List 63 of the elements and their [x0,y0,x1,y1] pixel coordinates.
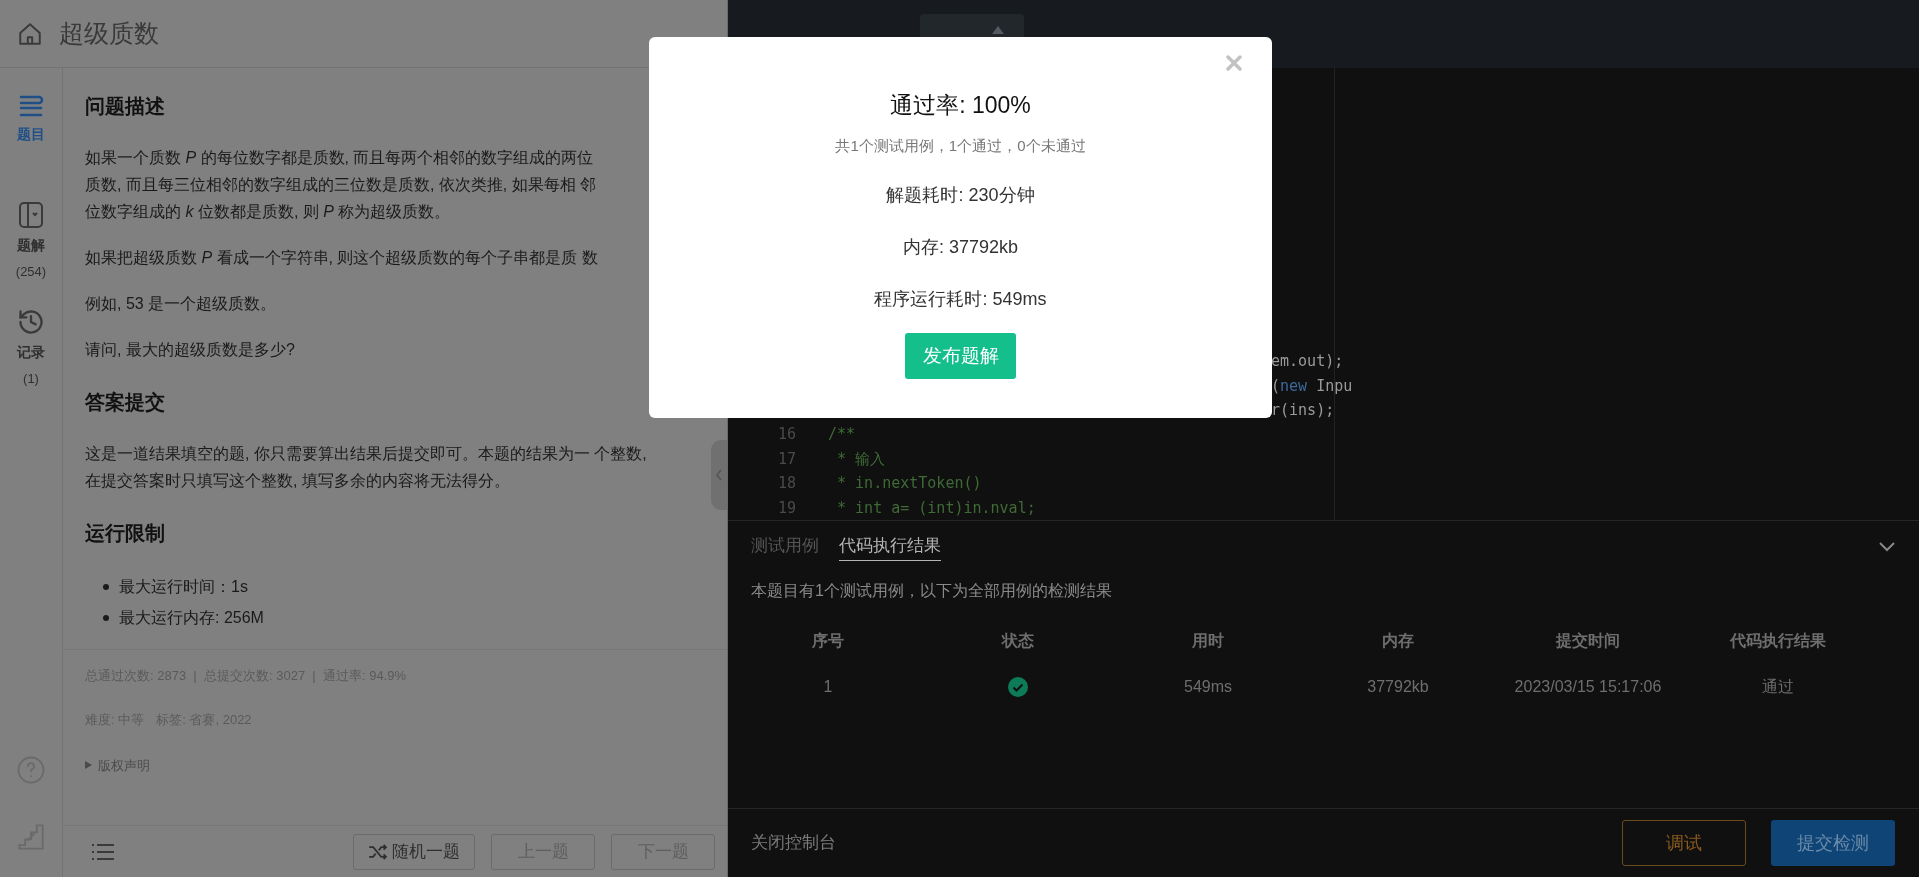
dialog-title: 通过率: 100% [890,91,1031,120]
column-header: 用时 [1191,631,1225,651]
limit-text: 最大运行时间：1s [119,576,248,597]
table-cell-text: 1 [822,677,834,697]
history-icon [17,308,45,336]
code-line: * 输入 [836,448,886,470]
page-title: 超级质数 [59,17,159,49]
line-number: 16 [776,424,797,446]
code-line: em.out); [1271,351,1344,373]
dialog-subtitle: 共1个测试用例，1个通过，0个未通过 [835,135,1086,156]
line-number: 17 [776,448,797,470]
nav-button[interactable]: 随机一题 [353,833,475,870]
close-icon[interactable] [1226,55,1242,71]
paragraph: 这是一道结果填空的题, 你只需要算出结果后提交即可。本题的结果为一 个整数, 在提交答案时只填写这个整数, 填写多余的内容将无法得分。 [85,444,647,491]
dialog-stat: 内存: 37792kb [902,236,1019,259]
console-tab[interactable]: 测试用例 [751,532,819,562]
paragraph: 请问, 最大的超级质数是多少? [85,340,295,360]
column-header: 序号 [811,631,845,651]
section-heading: 问题描述 [85,94,165,119]
table-cell-text: 549ms [1183,677,1233,697]
bullet-icon [103,614,109,621]
debug-button[interactable]: 调试 [1622,820,1746,866]
code-line: r(ins); [1271,400,1335,421]
section-heading: 答案提交 [85,390,165,415]
line-number: 18 [776,473,797,495]
home-icon[interactable] [17,20,43,47]
dialog-stat: 解题耗时: 230分钟 [886,184,1035,207]
bullet-icon [103,583,109,590]
submit-button[interactable]: 提交检测 [1771,820,1895,866]
summary-text: 本题目有1个测试用例，以下为全部用例的检测结果 [751,581,1113,601]
rail-tab[interactable]: 记录 (1) [0,308,62,415]
chevron-left-icon [715,469,723,481]
publish-button[interactable]: 发布题解 [905,333,1016,379]
shuffle-icon [368,843,388,860]
rail-tab[interactable]: 题目 [0,94,62,201]
console-tab[interactable]: 代码执行结果 [839,532,941,562]
triangle-icon [85,761,92,770]
collapse-handle[interactable] [711,440,727,510]
dialog-stat: 程序运行耗时: 549ms [874,288,1047,311]
chevron-down-icon[interactable] [1878,541,1896,553]
close-console-link[interactable]: 关闭控制台 [751,830,836,856]
code-line: (new Inpu [1271,375,1353,397]
table-cell-text: 37792kb [1366,677,1430,697]
code-line: * in.nextToken() [836,473,982,495]
line-number: 19 [776,497,797,519]
limit-text: 最大运行内存: 256M [119,607,264,628]
menu-icon[interactable] [91,841,115,862]
column-header: 提交时间 [1554,631,1621,651]
paragraph: 如果一个质数 P 的每位数字都是质数, 而且每两个相邻的数字组成的两位 质数, 而且每三位相邻的数字组成的三位数是质数, 依次类推, 如果每相 邻 位数字组成的 k 位数都是质数, 则 P 称为超级质数。 [85,148,597,222]
code-line: /** [828,424,856,446]
column-header: 内存 [1381,631,1415,651]
column-header: 状态 [1000,631,1035,651]
book-icon [18,201,44,229]
paragraph: 例如, 53 是一个超级质数。 [85,294,277,314]
list-icon [17,94,45,118]
column-header: 代码执行结果 [1728,631,1827,651]
table-cell-text: 通过 [1761,677,1795,697]
section-heading: 运行限制 [85,521,165,546]
paragraph: 如果把超级质数 P 看成一个字符串, 则这个超级质数的每个子串都是质 数 [85,248,598,268]
table-cell-text: 2023/03/15 15:17:06 [1513,677,1663,697]
code-line: * int a= (int)in.nval; [836,497,1036,519]
caret-up-icon [992,26,1004,34]
rail-tab[interactable]: 题解 (254) [0,201,62,308]
